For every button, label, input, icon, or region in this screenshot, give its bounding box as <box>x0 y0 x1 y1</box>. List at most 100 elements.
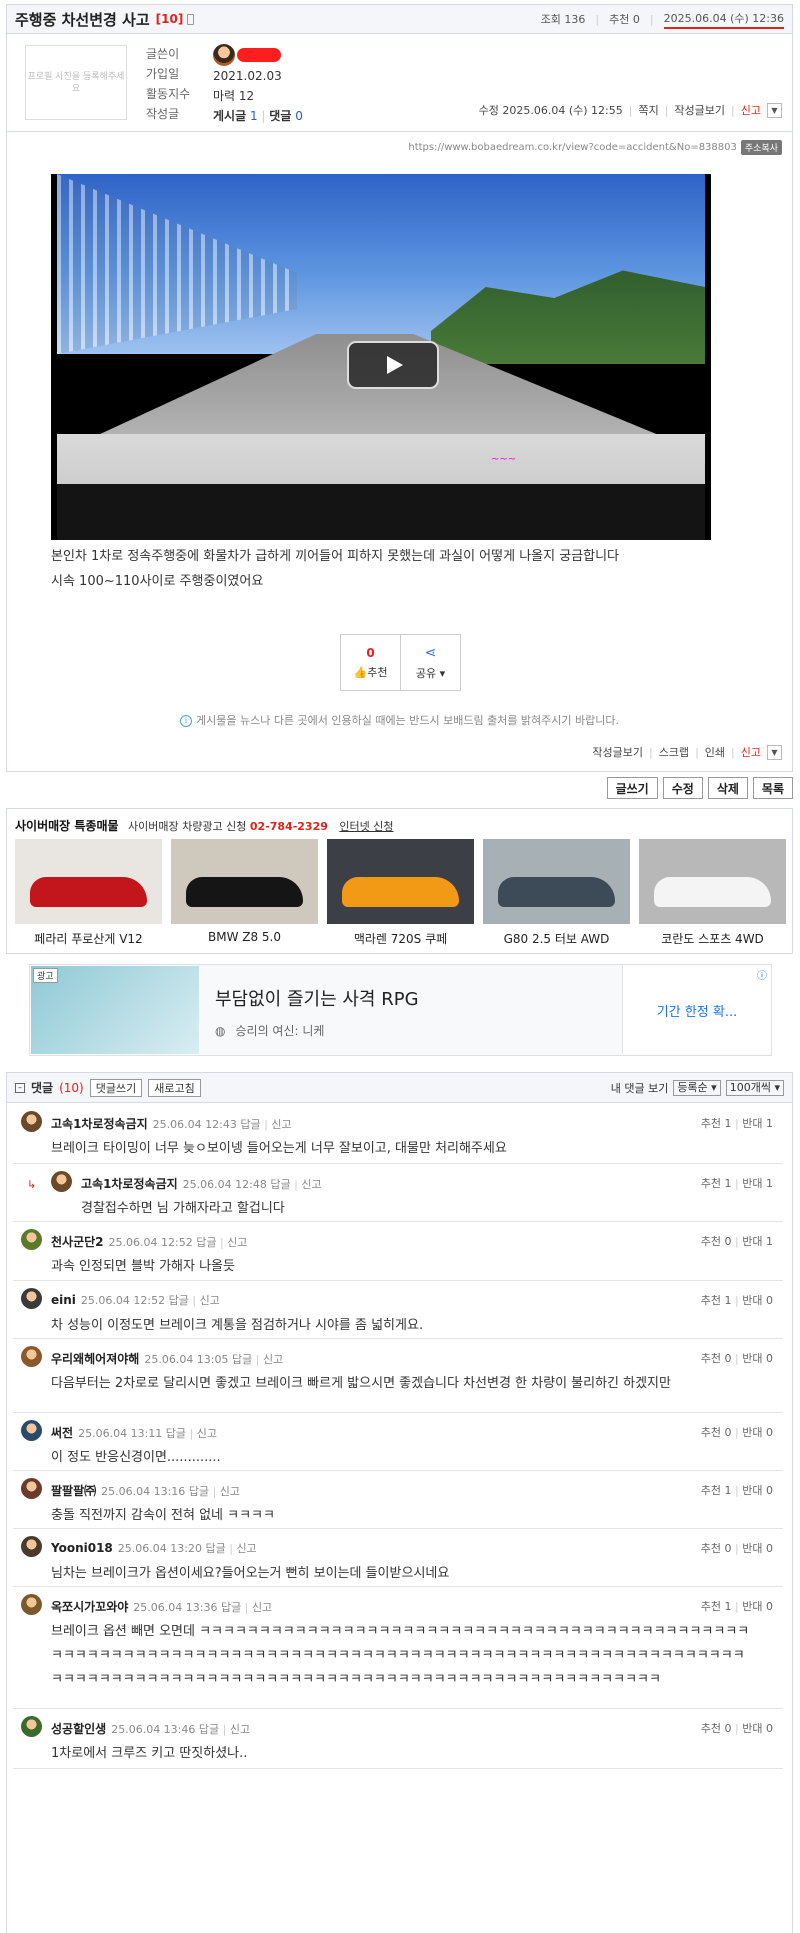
reply-link[interactable]: 답글 <box>169 1294 189 1307</box>
report-link[interactable]: 신고 <box>252 1601 272 1614</box>
chevron-down-icon[interactable]: ▼ <box>767 744 782 760</box>
report-link[interactable]: 신고 <box>236 1542 256 1555</box>
car-image[interactable] <box>15 839 162 924</box>
author-avatar[interactable] <box>213 44 235 66</box>
reply-link[interactable]: 답글 <box>166 1427 186 1440</box>
comment-oppose[interactable]: 반대 1 <box>742 1177 773 1190</box>
share-button[interactable]: ⋖ 공유 ▾ <box>401 635 460 690</box>
print-link[interactable]: 인쇄 <box>705 744 725 760</box>
scrap-link[interactable]: 스크랩 <box>659 744 689 760</box>
comment-recommend[interactable]: 추천 1 <box>701 1294 732 1307</box>
comment-recommend[interactable]: 추천 1 <box>701 1117 732 1130</box>
delete-button[interactable]: 삭제 <box>707 777 748 799</box>
car-item[interactable]: G80 2.5 터보 AWD <box>483 839 630 947</box>
report-link[interactable]: 신고 <box>741 102 761 118</box>
comment-oppose[interactable]: 반대 0 <box>742 1542 773 1555</box>
reply-link[interactable]: 답글 <box>232 1353 252 1366</box>
car-name[interactable]: 맥라렌 720S 쿠페 <box>327 930 474 947</box>
reply-link[interactable]: 답글 <box>240 1118 260 1131</box>
car-item[interactable]: 맥라렌 720S 쿠페 <box>327 839 474 947</box>
car-name[interactable]: 코란도 스포츠 4WD <box>639 930 786 947</box>
report-link[interactable]: 신고 <box>301 1178 321 1191</box>
car-name[interactable]: BMW Z8 5.0 <box>171 930 318 944</box>
collapse-toggle-icon[interactable]: – <box>15 1082 25 1093</box>
comment-author[interactable]: 천사군단2 <box>51 1235 104 1249</box>
comment-oppose[interactable]: 반대 0 <box>742 1484 773 1497</box>
user-avatar[interactable] <box>21 1346 42 1367</box>
report-link[interactable]: 신고 <box>220 1485 240 1498</box>
view-posts-link[interactable]: 작성글보기 <box>592 744 643 760</box>
car-image[interactable] <box>483 839 630 924</box>
my-comments-link[interactable]: 내 댓글 보기 <box>611 1080 669 1096</box>
car-item[interactable]: 페라리 푸로산게 V12 <box>15 839 162 947</box>
ad-title[interactable]: 부담없이 즐기는 사격 RPG <box>215 985 419 1011</box>
comment-recommend[interactable]: 추천 1 <box>701 1484 732 1497</box>
comment-oppose[interactable]: 반대 0 <box>742 1426 773 1439</box>
comment-author[interactable]: 고속1차로정속금지 <box>51 1117 148 1131</box>
video-player[interactable]: ~~~ <box>51 174 711 540</box>
comment-recommend[interactable]: 추천 1 <box>701 1600 732 1613</box>
report-link[interactable]: 신고 <box>197 1427 217 1440</box>
reply-link[interactable]: 답글 <box>205 1542 225 1555</box>
list-button[interactable]: 목록 <box>752 777 793 799</box>
car-image[interactable] <box>327 839 474 924</box>
car-item[interactable]: BMW Z8 5.0 <box>171 839 318 947</box>
user-avatar[interactable] <box>21 1536 42 1557</box>
comment-author[interactable]: eini <box>51 1293 76 1307</box>
comment-oppose[interactable]: 반대 0 <box>742 1600 773 1613</box>
car-item[interactable]: 코란도 스포츠 4WD <box>639 839 786 947</box>
edit-button[interactable]: 수정 <box>662 777 703 799</box>
report-link[interactable]: 신고 <box>227 1236 247 1249</box>
report-link[interactable]: 신고 <box>230 1723 250 1736</box>
chevron-down-icon[interactable]: ▼ <box>767 102 782 118</box>
ad-cta-button[interactable]: 기간 한정 확... <box>622 966 771 1054</box>
sort-select[interactable]: 등록순 ▾ <box>673 1079 721 1096</box>
comment-author[interactable]: 팔팔팔㈜ <box>51 1484 96 1498</box>
comment-oppose[interactable]: 반대 0 <box>742 1722 773 1735</box>
comment-count[interactable]: [10] <box>156 12 184 26</box>
user-avatar[interactable] <box>21 1111 42 1132</box>
user-avatar[interactable] <box>21 1594 42 1615</box>
comment-author[interactable]: 고속1차로정속금지 <box>81 1177 178 1191</box>
write-button[interactable]: 글쓰기 <box>606 777 658 799</box>
per-page-select[interactable]: 100개씩 ▾ <box>725 1079 784 1096</box>
comment-author[interactable]: 옥쪼시가꼬와야 <box>51 1600 128 1614</box>
comment-recommend[interactable]: 추천 0 <box>701 1722 732 1735</box>
comment-author[interactable]: 써전 <box>51 1426 73 1440</box>
comment-recommend[interactable]: 추천 0 <box>701 1235 732 1248</box>
play-button-icon[interactable] <box>347 341 439 389</box>
copy-url-button[interactable]: 주소복사 <box>740 140 782 155</box>
comment-oppose[interactable]: 반대 1 <box>742 1117 773 1130</box>
comment-oppose[interactable]: 반대 0 <box>742 1352 773 1365</box>
user-avatar[interactable] <box>51 1171 72 1192</box>
car-image[interactable] <box>171 839 318 924</box>
report-link[interactable]: 신고 <box>263 1353 283 1366</box>
internet-apply-link[interactable]: 인터넷 신청 <box>339 820 393 833</box>
comment-recommend[interactable]: 추천 0 <box>701 1352 732 1365</box>
comment-recommend[interactable]: 추천 1 <box>701 1177 732 1190</box>
ad-banner[interactable]: 광고 부담없이 즐기는 사격 RPG ◍ 승리의 여신: 니케 기간 한정 확..… <box>29 964 772 1056</box>
reply-link[interactable]: 답글 <box>221 1601 241 1614</box>
memo-link[interactable]: 쪽지 <box>638 102 658 118</box>
ad-info-icon[interactable]: ⓘ <box>757 967 767 982</box>
car-name[interactable]: G80 2.5 터보 AWD <box>483 930 630 947</box>
report-link[interactable]: 신고 <box>741 744 761 760</box>
car-name[interactable]: 페라리 푸로산게 V12 <box>15 930 162 947</box>
view-posts-link[interactable]: 작성글보기 <box>674 102 725 118</box>
comment-author[interactable]: 우리왜헤어져야해 <box>51 1352 139 1366</box>
ad-image[interactable]: 광고 <box>31 966 199 1054</box>
car-image[interactable] <box>639 839 786 924</box>
reply-link[interactable]: 답글 <box>196 1236 216 1249</box>
comment-recommend[interactable]: 추천 0 <box>701 1542 732 1555</box>
comment-oppose[interactable]: 반대 0 <box>742 1294 773 1307</box>
reply-link[interactable]: 답글 <box>189 1485 209 1498</box>
recommend-button[interactable]: 0 👍추천 <box>341 635 401 690</box>
comment-oppose[interactable]: 반대 1 <box>742 1235 773 1248</box>
reply-link[interactable]: 답글 <box>199 1723 219 1736</box>
user-avatar[interactable] <box>21 1478 42 1499</box>
comment-author[interactable]: 성공할인생 <box>51 1722 106 1736</box>
comment-author[interactable]: Yooni018 <box>51 1541 113 1555</box>
user-avatar[interactable] <box>21 1716 42 1737</box>
user-avatar[interactable] <box>21 1420 42 1441</box>
user-avatar[interactable] <box>21 1288 42 1309</box>
